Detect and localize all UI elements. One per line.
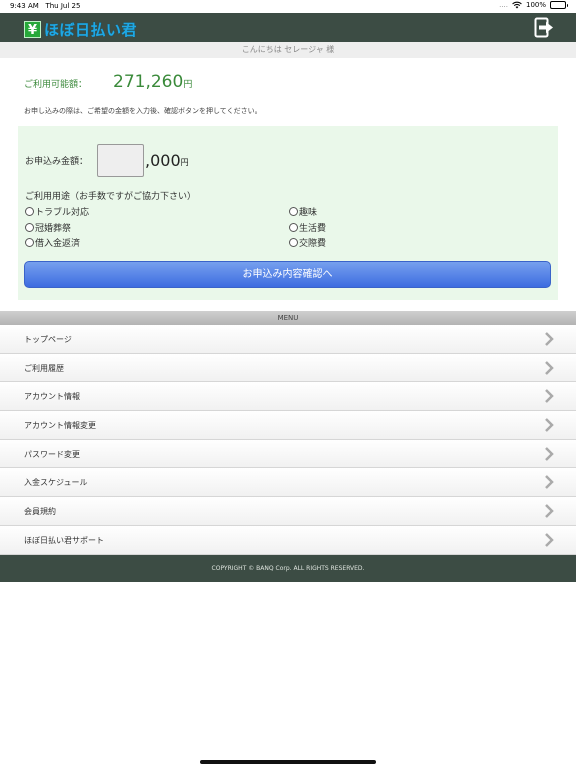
purpose-option-living[interactable]: 生活費 [289, 221, 326, 234]
menu-item-deposit-schedule[interactable]: 入金スケジュール [0, 468, 576, 498]
chevron-right-icon [545, 332, 554, 346]
app-header: ¥ ほぼ日払い君 [0, 13, 576, 42]
amount-unit: 円 [180, 158, 189, 167]
chevron-right-icon [545, 532, 554, 547]
available-label: ご利用可能額： [24, 80, 88, 90]
amount-label: お申込み金額： [25, 157, 89, 167]
status-indicators: .... 100% [499, 1, 568, 9]
radio-icon[interactable] [25, 223, 34, 232]
chevron-right-icon [545, 475, 554, 490]
amount-row: お申込み金額： ,000 円 [25, 144, 189, 177]
menu-item-top-page[interactable]: トップページ [0, 325, 576, 354]
chevron-right-icon [545, 418, 554, 432]
menu-header: MENU [0, 311, 576, 325]
status-bar: 9:43 AM Thu Jul 25 .... 100% [0, 0, 576, 13]
menu-item-account-edit[interactable]: アカウント情報変更 [0, 411, 576, 440]
menu-item-membership-terms[interactable]: 会員規約 [0, 497, 576, 526]
battery-icon [550, 1, 568, 9]
radio-icon[interactable] [25, 207, 34, 216]
available-value: 271,260 [113, 72, 184, 92]
menu-item-password-change[interactable]: パスワード変更 [0, 439, 576, 469]
available-amount: ご利用可能額： 271,260 円 [24, 72, 192, 92]
purpose-option-ceremony[interactable]: 冠婚葬祭 [25, 221, 71, 234]
radio-icon[interactable] [289, 223, 298, 232]
purpose-title: ご利用用途（お手数ですがご協力下さい） [25, 192, 197, 202]
menu-item-support[interactable]: ほぼ日払い君サポート [0, 525, 576, 555]
signal-dots: .... [499, 1, 508, 9]
application-form: お申込み金額： ,000 円 ご利用用途（お手数ですがご協力下さい） トラブル対… [18, 126, 558, 300]
purpose-option-hobby[interactable]: 趣味 [289, 205, 317, 218]
logo-text: ほぼ日払い君 [44, 21, 138, 39]
footer-copyright: COPYRIGHT © BANQ Corp. ALL RIGHTS RESERV… [0, 555, 576, 582]
radio-icon[interactable] [289, 207, 298, 216]
chevron-right-icon [545, 389, 554, 404]
purpose-option-loan-repayment[interactable]: 借入金返済 [25, 236, 80, 249]
amount-suffix: ,000 [145, 151, 181, 170]
menu-item-usage-history[interactable]: ご利用履歴 [0, 353, 576, 383]
battery-percent: 100% [525, 1, 546, 9]
chevron-right-icon [545, 360, 554, 375]
radio-icon[interactable] [289, 238, 298, 247]
purpose-option-trouble[interactable]: トラブル対応 [25, 205, 89, 218]
amount-input[interactable] [97, 144, 145, 177]
app-logo[interactable]: ¥ ほぼ日払い君 [24, 19, 137, 40]
confirm-application-button[interactable]: お申込み内容確認へ [24, 261, 551, 288]
available-unit: 円 [183, 80, 193, 90]
wifi-icon [512, 1, 522, 9]
greeting-bar: こんにちは セレージャ 様 [0, 42, 576, 58]
purpose-option-social[interactable]: 交際費 [289, 236, 326, 249]
chevron-right-icon [545, 504, 554, 519]
status-time: 9:43 AM Thu Jul 25 [10, 2, 81, 10]
logout-icon[interactable] [534, 17, 554, 38]
home-indicator[interactable] [200, 760, 376, 764]
menu-item-account-info[interactable]: アカウント情報 [0, 382, 576, 412]
radio-icon[interactable] [25, 238, 34, 247]
yen-logo-icon: ¥ [24, 21, 41, 38]
instruction-text: お申し込みの際は、ご希望の金額を入力後、確認ボタンを押してください。 [24, 107, 262, 115]
menu-list: トップページ ご利用履歴 アカウント情報 アカウント情報変更 パスワード変更 入… [0, 325, 576, 555]
chevron-right-icon [545, 446, 554, 461]
